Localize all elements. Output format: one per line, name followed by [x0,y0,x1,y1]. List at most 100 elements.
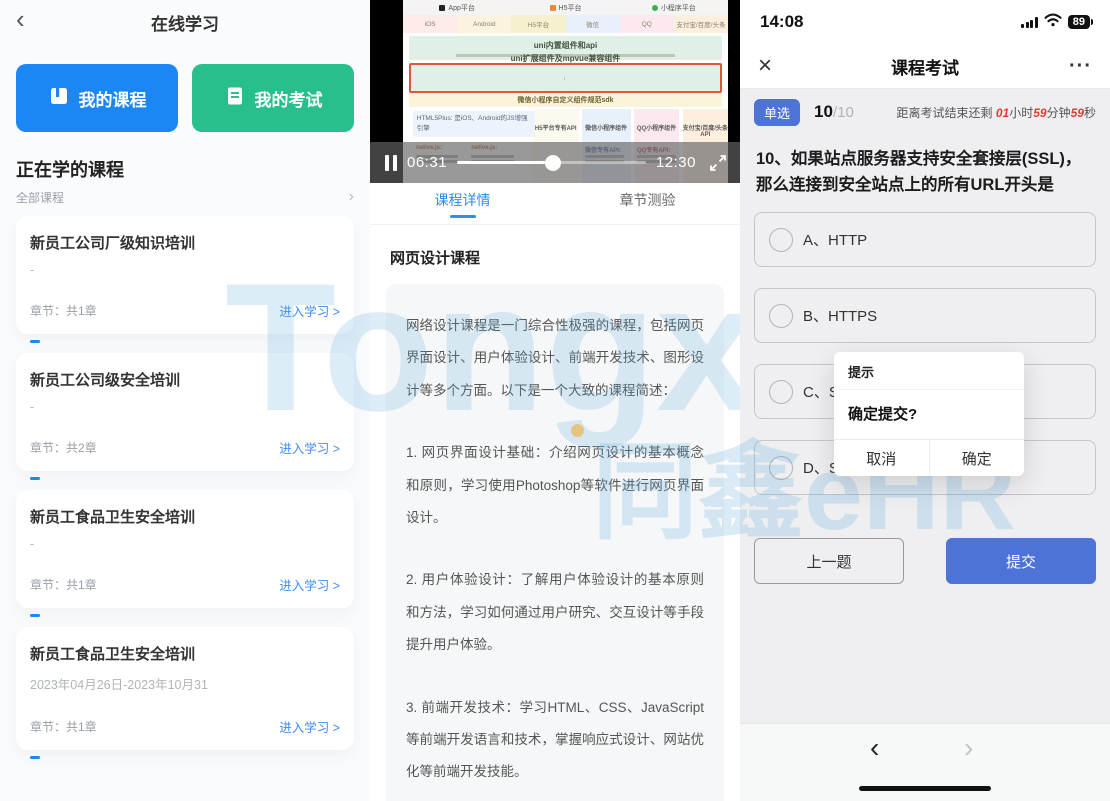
slide-band-wechat-sdk: 微信小程序自定义组件规范sdk [409,93,722,107]
home-indicator [859,786,991,791]
online-learning-screen: ‹ 在线学习 我的课程 我的考试 正在学的课程 全部课程 › [0,0,370,801]
option-a[interactable]: A、HTTP [754,212,1096,267]
slide-platform-tabs: App平台 H5平台 小程序平台 [403,0,728,15]
slide-band-uni-extension: uni扩展组件及mpvue兼容组件 [409,63,722,93]
battery-icon: 89 [1068,15,1090,29]
section-title: 正在学的课程 [16,156,354,182]
option-b[interactable]: B、HTTPS [754,288,1096,343]
page-title: 在线学习 [151,10,219,35]
course-exam-screen: 14:08 89 × 课程考试 ··· 单选 10/10 [740,0,1110,801]
course-description-box: 网络设计课程是一门综合性极强的课程，包括网页界面设计、用户体验设计、前端开发技术… [386,284,724,801]
option-label: B、HTTPS [803,305,877,326]
fullscreen-icon[interactable] [708,153,728,173]
course-chapters: 章节：共1章 [30,576,97,593]
course-card[interactable]: 新员工食品卫生安全培训 - 章节：共1章 进入学习 > [16,490,354,608]
course-card[interactable]: 新员工食品卫生安全培训 2023年04月26日-2023年10月31 章节：共1… [16,627,354,750]
my-exams-button[interactable]: 我的考试 [192,64,354,132]
course-date: - [30,400,340,414]
enter-study-link[interactable]: 进入学习 > [279,301,340,320]
radio-icon[interactable] [769,304,793,328]
document-icon [224,85,246,112]
progress-dash [30,756,40,759]
my-exams-label: 我的考试 [255,86,323,111]
app-platform-icon [439,5,445,11]
course-block: 新员工食品卫生安全培训 - 章节：共1章 进入学习 > [16,490,354,617]
tab-course-detail[interactable]: 课程详情 [370,183,555,224]
course-date: - [30,537,340,551]
learning-header: ‹ 在线学习 [0,0,370,44]
back-icon[interactable]: ‹ [16,6,25,32]
video-controls: 06:31 12:30 [370,142,740,183]
nav-back-icon[interactable]: ‹ [870,732,879,764]
course-date: 2023年04月26日-2023年10月31 [30,674,340,693]
course-title: 新员工公司厂级知识培训 [30,232,340,253]
course-date: - [30,263,340,277]
question-text: 10、如果站点服务器支持安全套接层(SSL)，那么连接到安全站点上的所有URL开… [740,135,1110,198]
progress-thumb[interactable] [545,155,561,171]
exam-navbar: × 课程考试 ··· [740,44,1110,89]
enter-study-link[interactable]: 进入学习 > [279,575,340,594]
detail-tabs: 课程详情 章节测验 [370,183,740,225]
nav-forward-icon[interactable]: › [964,732,973,764]
course-detail-screen: App平台 H5平台 小程序平台 iOS Android H5平台 微信 QQ … [370,0,740,801]
signal-icon [1021,17,1038,28]
screenshot-stage: ‹ 在线学习 我的课程 我的考试 正在学的课程 全部课程 › [0,0,1110,801]
current-time: 06:31 [407,154,447,171]
my-courses-button[interactable]: 我的课程 [16,64,178,132]
description-paragraph: 2. 用户体验设计：了解用户体验设计的基本原则和方法，学习如何通过用户研究、交互… [406,564,704,661]
course-block: 新员工公司厂级知识培训 - 章节：共1章 进入学习 > [16,216,354,343]
dialog-confirm-button[interactable]: 确定 [929,440,1025,476]
slide-platform-row: iOS Android H5平台 微信 QQ 支付宝/百度/头条 [403,15,728,33]
course-block: 新员工食品卫生安全培训 2023年04月26日-2023年10月31 章节：共1… [16,627,354,759]
quiz-info-bar: 单选 10/10 距离考试结束还剩 01小时59分钟59秒 [740,89,1110,135]
more-icon[interactable]: ··· [1069,55,1092,78]
radio-icon[interactable] [769,456,793,480]
video-player[interactable]: App平台 H5平台 小程序平台 iOS Android H5平台 微信 QQ … [370,0,740,183]
h5-platform-icon [550,5,556,11]
progress-dash [30,614,40,617]
pause-button[interactable] [385,155,397,171]
enter-study-link[interactable]: 进入学习 > [279,717,340,736]
progress-track[interactable] [457,161,646,164]
previous-question-button[interactable]: 上一题 [754,538,904,584]
confirm-dialog: 提示 确定提交? 取消 确定 [834,352,1024,476]
option-label: A、HTTP [803,229,867,250]
question-type-badge: 单选 [754,99,800,126]
quick-buttons-row: 我的课程 我的考试 [0,44,370,132]
clock: 14:08 [760,12,803,32]
progress-fill [457,161,553,164]
blurred-text-bar [564,77,565,80]
radio-icon[interactable] [769,380,793,404]
close-icon[interactable]: × [758,54,772,78]
progress-dash [30,477,40,480]
description-paragraph: 3. 前端开发技术：学习HTML、CSS、JavaScript等前端开发语言和技… [406,692,704,789]
progress-dash [30,340,40,343]
enter-study-link[interactable]: 进入学习 > [279,438,340,457]
dialog-title: 提示 [834,352,1024,390]
radio-icon[interactable] [769,228,793,252]
html5plus-note: HTML5Plus: 是iOS、Android的JS增强引擎 [413,111,535,137]
tab-chapter-quiz[interactable]: 章节测验 [555,183,740,224]
active-tab-underline [450,215,476,218]
wifi-icon [1044,13,1062,32]
total-duration: 12:30 [656,154,696,171]
course-title: 新员工食品卫生安全培训 [30,506,340,527]
dialog-message: 确定提交? [834,390,1024,439]
description-paragraph: 网络设计课程是一门综合性极强的课程，包括网页界面设计、用户体验设计、前端开发技术… [406,310,704,407]
dialog-cancel-button[interactable]: 取消 [834,440,929,476]
course-title: 新员工食品卫生安全培训 [30,643,340,664]
my-courses-label: 我的课程 [79,86,147,111]
course-block: 新员工公司级安全培训 - 章节：共2章 进入学习 > [16,353,354,480]
course-card[interactable]: 新员工公司厂级知识培训 - 章节：共1章 进入学习 > [16,216,354,334]
section-header: 正在学的课程 全部课程 › [0,132,370,206]
miniprogram-platform-icon [652,5,658,11]
submit-button[interactable]: 提交 [946,538,1096,584]
status-bar: 14:08 89 [740,0,1110,44]
exam-title: 课程考试 [891,54,959,79]
course-card[interactable]: 新员工公司级安全培训 - 章节：共2章 进入学习 > [16,353,354,471]
browser-bottom-nav: ‹ › [740,723,1110,801]
course-detail-title: 网页设计课程 [390,247,720,268]
chevron-right-icon: › [349,188,354,206]
course-title: 新员工公司级安全培训 [30,369,340,390]
all-courses-row[interactable]: 全部课程 › [16,188,354,206]
